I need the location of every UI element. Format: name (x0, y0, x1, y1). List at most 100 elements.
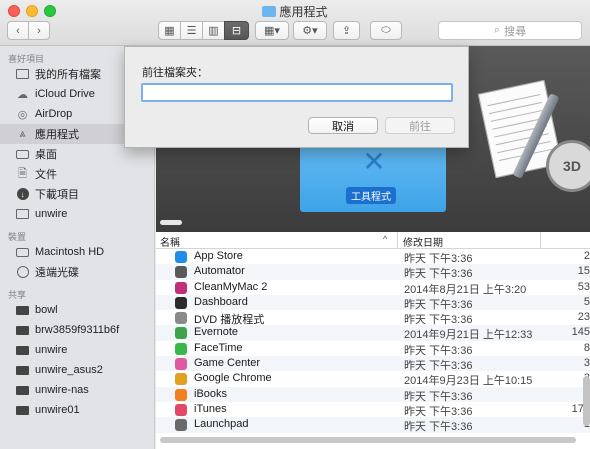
arrange-button[interactable]: ▦▾ (255, 21, 289, 40)
folder-icon (16, 208, 29, 220)
forward-button[interactable]: › (28, 21, 50, 40)
arrange-grid-icon: ▦▾ (264, 25, 280, 37)
file-list: App Store 昨天 下午3:36 2 Automator 昨天 下午3:36 15 C… (156, 249, 590, 439)
file-size: 8 (583, 341, 590, 354)
sidebar-item-documents[interactable]: 🗎 文件 (0, 164, 154, 184)
app-icon (175, 266, 187, 279)
computer-icon (16, 384, 29, 396)
app-icon (175, 419, 187, 432)
sidebar-item-macintosh-hd[interactable]: Macintosh HD (0, 242, 154, 262)
cancel-button[interactable]: 取消 (308, 117, 378, 134)
file-size: 23 (577, 311, 590, 324)
sidebar-item-label: unwire_asus2 (35, 364, 103, 376)
folder-caption: 工具程式 (346, 187, 396, 204)
sidebar-item-label: 我的所有檔案 (35, 69, 101, 81)
sidebar-item-label: 遠端光碟 (35, 267, 79, 279)
sidebar-item-unwire01[interactable]: unwire01 (0, 400, 154, 420)
folder-path-input[interactable] (141, 83, 453, 102)
table-row[interactable]: FaceTime 昨天 下午3:36 8 (156, 341, 590, 357)
app-icon (175, 296, 187, 309)
tags-button[interactable]: ⬭ (370, 21, 402, 40)
documents-icon: 🗎 (18, 167, 27, 180)
column-header-date[interactable]: 修改日期 (403, 234, 443, 249)
sidebar-item-unwire-share[interactable]: unwire (0, 340, 154, 360)
sidebar-item-unwire-nas[interactable]: unwire-nas (0, 380, 154, 400)
sidebar-item-unwire-folder[interactable]: unwire (0, 204, 154, 224)
view-columns-button[interactable]: ▥ (202, 21, 225, 40)
table-row[interactable]: Automator 昨天 下午3:36 15 (156, 264, 590, 280)
table-row[interactable]: iTunes 昨天 下午3:36 177 (156, 402, 590, 418)
columns-icon: ▥ (208, 25, 219, 37)
view-coverflow-button[interactable]: ⊟ (224, 21, 249, 40)
chevron-right-icon: › (37, 24, 41, 37)
app-icon (175, 251, 187, 263)
all-files-icon (16, 68, 29, 80)
cloud-icon: ☁ (17, 88, 28, 101)
table-row[interactable]: iBooks 昨天 下午3:36 (156, 386, 590, 403)
computer-icon (16, 344, 29, 356)
3d-badge-text: 3D (563, 158, 581, 174)
table-row[interactable]: App Store 昨天 下午3:36 2 (156, 249, 590, 265)
search-placeholder: 搜尋 (504, 25, 527, 38)
sidebar-item-label: unwire (35, 344, 68, 356)
table-row[interactable]: DVD 播放程式 昨天 下午3:36 23 (156, 310, 590, 326)
sidebar-item-downloads[interactable]: ↓ 下載項目 (0, 184, 154, 204)
table-row[interactable]: CleanMyMac 2 2014年8月21日 上午3:20 53 (156, 280, 590, 296)
file-name: CleanMyMac 2 (194, 280, 268, 293)
column-header-name[interactable]: 名稱 (160, 234, 180, 249)
window-toolbar: 應用程式 ‹ › ▦ ☰ ▥ ⊟ ▦▾ ⚙▾ ⇪ ⬭ ⌕ 搜尋 (0, 0, 590, 46)
search-field[interactable]: ⌕ 搜尋 (438, 21, 582, 40)
go-button[interactable]: 前往 (385, 117, 455, 134)
table-row[interactable]: Game Center 昨天 下午3:36 3 (156, 356, 590, 372)
sidebar-item-unwire-asus2[interactable]: unwire_asus2 (0, 360, 154, 380)
sidebar-item-label: 應用程式 (35, 129, 79, 141)
view-list-button[interactable]: ☰ (180, 21, 203, 40)
airdrop-icon: ◎ (17, 108, 28, 121)
sidebar-item-label: bowl (35, 304, 58, 316)
sidebar-item-label: iCloud Drive (35, 88, 95, 100)
list-icon: ☰ (186, 25, 197, 37)
table-row[interactable]: Launchpad昨天 下午3:361 (156, 417, 590, 434)
go-to-folder-dialog: 前往檔案夾： 取消 前往 (124, 46, 469, 148)
coverflow-icon: ⊟ (231, 25, 242, 37)
chevron-left-icon: ‹ (16, 24, 20, 37)
horizontal-scrollbar[interactable] (160, 437, 576, 443)
action-button[interactable]: ⚙▾ (293, 21, 327, 40)
3d-app-icon: 3D (546, 140, 590, 192)
app-icon (175, 312, 187, 325)
app-icon (175, 281, 187, 294)
window-title: 應用程式 (0, 3, 590, 20)
sidebar-item-remote-disc[interactable]: 遠端光碟 (0, 262, 154, 282)
sidebar-item-bowl[interactable]: bowl (0, 300, 154, 320)
file-size: 15 (577, 265, 590, 278)
sidebar-item-label: brw3859f9311b6f (35, 324, 120, 336)
dialog-label: 前往檔案夾： (142, 67, 208, 79)
file-name: App Store (194, 250, 243, 262)
downloads-icon: ↓ (16, 188, 29, 200)
file-name: Automator (194, 265, 245, 278)
app-icon (175, 403, 187, 416)
folder-icon (262, 6, 277, 17)
file-size: 145 (571, 326, 590, 339)
coverflow-scroll-thumb[interactable] (160, 220, 182, 225)
file-size: 53 (577, 280, 590, 293)
file-date: 昨天 下午3:36 (404, 421, 473, 434)
coverflow-scrollbar[interactable] (156, 218, 590, 228)
share-icon: ⇪ (341, 25, 352, 37)
file-size: 3 (583, 357, 590, 370)
table-row[interactable]: Evernote 2014年9月21日 上午12:33 145 (156, 325, 590, 341)
sidebar-item-brw3859f9311b6f[interactable]: brw3859f9311b6f (0, 320, 154, 340)
file-name: Game Center (194, 357, 261, 370)
table-row[interactable]: Google Chrome2014年9月23日 上午10:153 (156, 371, 590, 387)
app-icon (175, 327, 187, 340)
table-row[interactable]: Dashboard 昨天 下午3:36 5 (156, 294, 590, 311)
gear-icon: ⚙▾ (302, 25, 318, 37)
view-icons-button[interactable]: ▦ (158, 21, 181, 40)
vertical-scrollbar[interactable] (583, 376, 590, 426)
share-button[interactable]: ⇪ (333, 21, 360, 40)
file-name: Google Chrome (194, 372, 272, 385)
list-header: 名稱 ^ 修改日期 (156, 232, 590, 249)
sidebar-item-label: unwire (35, 208, 68, 220)
back-button[interactable]: ‹ (7, 21, 29, 40)
harddisk-icon (16, 246, 29, 258)
